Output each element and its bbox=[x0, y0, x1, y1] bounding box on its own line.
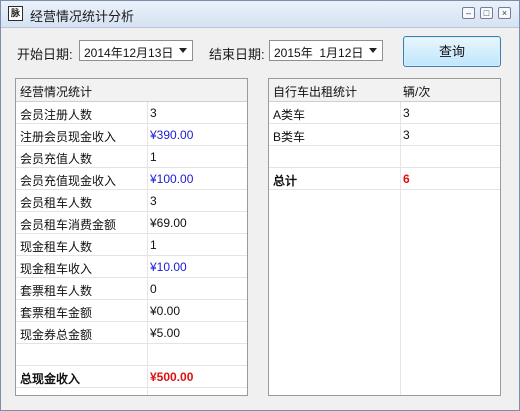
row-label: 注册会员现金收入 bbox=[20, 130, 117, 144]
close-icon[interactable]: × bbox=[498, 7, 511, 19]
column-header: 经营情况统计 bbox=[20, 85, 93, 99]
table-row[interactable]: 注册会员现金收入 ¥390.00 bbox=[16, 124, 247, 146]
row-value: ¥5.00 bbox=[150, 326, 181, 340]
row-value: 6 bbox=[403, 172, 410, 186]
row-label: A类车 bbox=[273, 108, 306, 122]
row-label: 现金租车人数 bbox=[20, 240, 93, 254]
row-value: 0 bbox=[150, 282, 157, 296]
row-label: 套票租车金额 bbox=[20, 306, 93, 320]
end-date-value: 2015年 1月12日 bbox=[274, 46, 364, 60]
table-row[interactable]: B类车 3 bbox=[269, 124, 500, 146]
table-header-row: 经营情况统计 bbox=[16, 79, 247, 102]
row-value: 1 bbox=[150, 238, 157, 252]
business-stats-table[interactable]: 经营情况统计 会员注册人数 3 注册会员现金收入 ¥390.00 会员充值人数 1 会员充值… bbox=[15, 78, 248, 396]
app-icon: 脉 bbox=[8, 6, 23, 21]
minimize-icon[interactable]: – bbox=[462, 7, 475, 19]
row-label: B类车 bbox=[273, 130, 306, 144]
row-value: 3 bbox=[403, 128, 410, 142]
row-label: 现金租车收入 bbox=[20, 262, 93, 276]
chevron-down-icon[interactable] bbox=[179, 48, 187, 53]
row-value: ¥500.00 bbox=[150, 370, 194, 384]
table-row[interactable]: 会员充值人数 1 bbox=[16, 146, 247, 168]
row-label: 总现金收入 bbox=[20, 372, 81, 386]
row-label: 会员租车消费金额 bbox=[20, 218, 117, 232]
row-label: 会员租车人数 bbox=[20, 196, 93, 210]
row-value: 3 bbox=[150, 106, 157, 120]
start-date-picker[interactable]: 2014年12月13日 bbox=[79, 40, 193, 61]
row-label: 套票租车人数 bbox=[20, 284, 93, 298]
table-row[interactable]: A类车 3 bbox=[269, 102, 500, 124]
table-row[interactable]: 会员租车人数 3 bbox=[16, 190, 247, 212]
bike-rental-table[interactable]: 自行车出租统计 辆/次 A类车 3 B类车 3 总计 6 bbox=[268, 78, 501, 396]
table-row[interactable]: 总现金收入 ¥500.00 bbox=[16, 366, 247, 388]
query-button[interactable]: 查询 bbox=[403, 36, 501, 67]
table-row[interactable]: 套票租车人数 0 bbox=[16, 278, 247, 300]
start-date-value: 2014年12月13日 bbox=[84, 46, 174, 60]
column-header: 自行车出租统计 bbox=[273, 85, 358, 99]
table-row[interactable] bbox=[16, 344, 247, 366]
table-row[interactable]: 会员充值现金收入 ¥100.00 bbox=[16, 168, 247, 190]
column-header: 辆/次 bbox=[403, 85, 431, 99]
row-value: ¥390.00 bbox=[150, 128, 194, 142]
table-row[interactable]: 总计 6 bbox=[269, 168, 500, 190]
main-window: 脉 经营情况统计分析 – □ × 开始日期: 2014年12月13日 结束日期:… bbox=[0, 0, 520, 411]
end-date-picker[interactable]: 2015年 1月12日 bbox=[269, 40, 383, 61]
row-label: 会员充值人数 bbox=[20, 152, 93, 166]
row-label: 总计 bbox=[273, 174, 298, 188]
table-row[interactable]: 会员注册人数 3 bbox=[16, 102, 247, 124]
table-header-row: 自行车出租统计 辆/次 bbox=[269, 79, 500, 102]
table-row[interactable]: 套票租车金额 ¥0.00 bbox=[16, 300, 247, 322]
row-value: ¥10.00 bbox=[150, 260, 187, 274]
row-value: 1 bbox=[150, 150, 157, 164]
table-row[interactable]: 现金租车人数 1 bbox=[16, 234, 247, 256]
table-row[interactable]: 会员租车消费金额 ¥69.00 bbox=[16, 212, 247, 234]
row-value: 3 bbox=[403, 106, 410, 120]
row-label: 现金券总金额 bbox=[20, 328, 93, 342]
table-row[interactable]: 现金券总金额 ¥5.00 bbox=[16, 322, 247, 344]
chevron-down-icon[interactable] bbox=[369, 48, 377, 53]
row-value: ¥0.00 bbox=[150, 304, 181, 318]
row-label: 会员注册人数 bbox=[20, 108, 93, 122]
row-value: ¥100.00 bbox=[150, 172, 194, 186]
window-title: 经营情况统计分析 bbox=[30, 9, 135, 24]
row-label: 会员充值现金收入 bbox=[20, 174, 117, 188]
end-date-label: 结束日期: bbox=[209, 47, 265, 62]
row-value: ¥69.00 bbox=[150, 216, 187, 230]
row-value: 3 bbox=[150, 194, 157, 208]
table-row[interactable]: 现金租车收入 ¥10.00 bbox=[16, 256, 247, 278]
maximize-icon[interactable]: □ bbox=[480, 7, 493, 19]
start-date-label: 开始日期: bbox=[17, 47, 73, 62]
table-row[interactable] bbox=[269, 146, 500, 168]
title-bar: 脉 经营情况统计分析 – □ × bbox=[1, 1, 519, 28]
